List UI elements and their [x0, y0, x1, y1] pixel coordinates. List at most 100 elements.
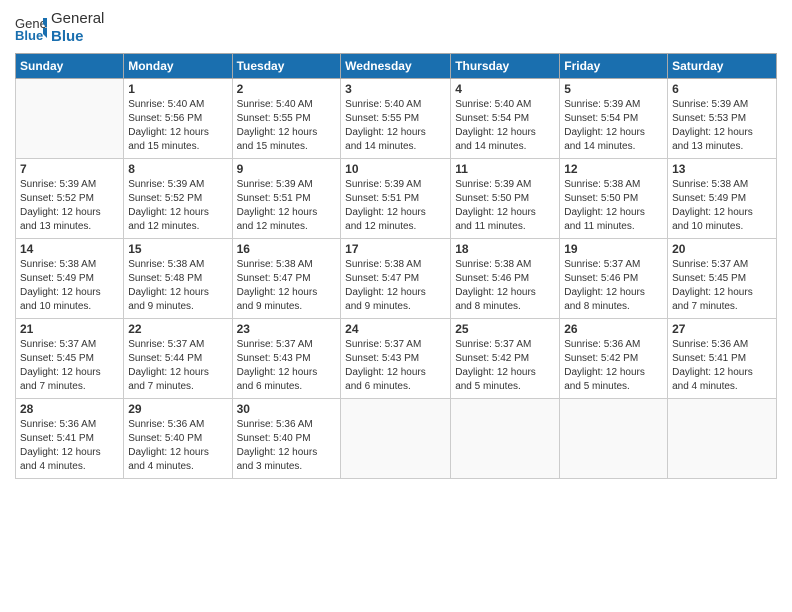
calendar-cell: 12 Sunrise: 5:38 AM Sunset: 5:50 PM Dayli… — [560, 159, 668, 239]
day-number: 16 — [237, 242, 337, 256]
calendar-cell: 2 Sunrise: 5:40 AM Sunset: 5:55 PM Daylig… — [232, 79, 341, 159]
day-number: 4 — [455, 82, 555, 96]
calendar-cell: 25 Sunrise: 5:37 AM Sunset: 5:42 PM Dayli… — [451, 319, 560, 399]
day-info: Sunrise: 5:40 AM Sunset: 5:56 PM Dayligh… — [128, 98, 227, 154]
day-info: Sunrise: 5:37 AM Sunset: 5:46 PM Dayligh… — [564, 258, 663, 314]
day-info: Sunrise: 5:38 AM Sunset: 5:47 PM Dayligh… — [345, 258, 446, 314]
day-info: Sunrise: 5:40 AM Sunset: 5:55 PM Dayligh… — [345, 98, 446, 154]
calendar-cell: 5 Sunrise: 5:39 AM Sunset: 5:54 PM Daylig… — [560, 79, 668, 159]
logo-blue: Blue — [51, 28, 84, 45]
calendar-cell: 18 Sunrise: 5:38 AM Sunset: 5:46 PM Dayli… — [451, 239, 560, 319]
header: General Blue General Blue — [15, 10, 777, 45]
day-number: 9 — [237, 162, 337, 176]
header-saturday: Saturday — [668, 54, 777, 79]
day-number: 8 — [128, 162, 227, 176]
day-info: Sunrise: 5:38 AM Sunset: 5:46 PM Dayligh… — [455, 258, 555, 314]
day-info: Sunrise: 5:36 AM Sunset: 5:41 PM Dayligh… — [20, 418, 119, 474]
day-info: Sunrise: 5:39 AM Sunset: 5:50 PM Dayligh… — [455, 178, 555, 234]
day-number: 26 — [564, 322, 663, 336]
week-row-1: 7 Sunrise: 5:39 AM Sunset: 5:52 PM Daylig… — [16, 159, 777, 239]
day-number: 1 — [128, 82, 227, 96]
calendar-cell: 28 Sunrise: 5:36 AM Sunset: 5:41 PM Dayli… — [16, 399, 124, 479]
calendar-cell: 15 Sunrise: 5:38 AM Sunset: 5:48 PM Dayli… — [124, 239, 232, 319]
day-info: Sunrise: 5:39 AM Sunset: 5:54 PM Dayligh… — [564, 98, 663, 154]
calendar-cell: 29 Sunrise: 5:36 AM Sunset: 5:40 PM Dayli… — [124, 399, 232, 479]
calendar-cell — [560, 399, 668, 479]
logo: General Blue General Blue — [15, 10, 104, 45]
day-number: 14 — [20, 242, 119, 256]
day-number: 24 — [345, 322, 446, 336]
calendar-cell: 6Sunrise: 5:39 AM Sunset: 5:53 PM Daylig… — [668, 79, 777, 159]
calendar-cell: 27 Sunrise: 5:36 AM Sunset: 5:41 PM Dayli… — [668, 319, 777, 399]
day-number: 17 — [345, 242, 446, 256]
day-number: 30 — [237, 402, 337, 416]
day-info: Sunrise: 5:36 AM Sunset: 5:42 PM Dayligh… — [564, 338, 663, 394]
day-number: 19 — [564, 242, 663, 256]
day-info: Sunrise: 5:36 AM Sunset: 5:41 PM Dayligh… — [672, 338, 772, 394]
calendar-cell: 20 Sunrise: 5:37 AM Sunset: 5:45 PM Dayli… — [668, 239, 777, 319]
day-number: 27 — [672, 322, 772, 336]
day-info: Sunrise: 5:38 AM Sunset: 5:47 PM Dayligh… — [237, 258, 337, 314]
day-info: Sunrise: 5:39 AM Sunset: 5:51 PM Dayligh… — [237, 178, 337, 234]
day-info: Sunrise: 5:39 AM Sunset: 5:51 PM Dayligh… — [345, 178, 446, 234]
calendar-cell: 16 Sunrise: 5:38 AM Sunset: 5:47 PM Dayli… — [232, 239, 341, 319]
calendar-cell: 23Sunrise: 5:37 AM Sunset: 5:43 PM Dayli… — [232, 319, 341, 399]
day-info: Sunrise: 5:37 AM Sunset: 5:43 PM Dayligh… — [345, 338, 446, 394]
day-number: 7 — [20, 162, 119, 176]
calendar-cell: 13 Sunrise: 5:38 AM Sunset: 5:49 PM Dayli… — [668, 159, 777, 239]
day-info: Sunrise: 5:38 AM Sunset: 5:49 PM Dayligh… — [672, 178, 772, 234]
calendar-cell: 17 Sunrise: 5:38 AM Sunset: 5:47 PM Dayli… — [341, 239, 451, 319]
day-info: Sunrise: 5:38 AM Sunset: 5:48 PM Dayligh… — [128, 258, 227, 314]
calendar-cell: 19 Sunrise: 5:37 AM Sunset: 5:46 PM Dayli… — [560, 239, 668, 319]
day-number: 3 — [345, 82, 446, 96]
day-number: 15 — [128, 242, 227, 256]
day-number: 20 — [672, 242, 772, 256]
day-info: Sunrise: 5:38 AM Sunset: 5:50 PM Dayligh… — [564, 178, 663, 234]
calendar: SundayMondayTuesdayWednesdayThursdayFrid… — [15, 53, 777, 479]
day-info: Sunrise: 5:37 AM Sunset: 5:43 PM Dayligh… — [237, 338, 337, 394]
calendar-cell: 24 Sunrise: 5:37 AM Sunset: 5:43 PM Dayli… — [341, 319, 451, 399]
week-row-0: 1 Sunrise: 5:40 AM Sunset: 5:56 PM Daylig… — [16, 79, 777, 159]
calendar-cell: 11 Sunrise: 5:39 AM Sunset: 5:50 PM Dayli… — [451, 159, 560, 239]
day-number: 29 — [128, 402, 227, 416]
day-number: 2 — [237, 82, 337, 96]
header-monday: Monday — [124, 54, 232, 79]
day-info: Sunrise: 5:40 AM Sunset: 5:54 PM Dayligh… — [455, 98, 555, 154]
calendar-cell — [451, 399, 560, 479]
calendar-cell: 7 Sunrise: 5:39 AM Sunset: 5:52 PM Daylig… — [16, 159, 124, 239]
day-number: 18 — [455, 242, 555, 256]
day-info: Sunrise: 5:40 AM Sunset: 5:55 PM Dayligh… — [237, 98, 337, 154]
svg-text:Blue: Blue — [15, 28, 43, 42]
day-number: 22 — [128, 322, 227, 336]
calendar-cell: 4 Sunrise: 5:40 AM Sunset: 5:54 PM Daylig… — [451, 79, 560, 159]
week-row-3: 21 Sunrise: 5:37 AM Sunset: 5:45 PM Dayli… — [16, 319, 777, 399]
day-info: Sunrise: 5:37 AM Sunset: 5:45 PM Dayligh… — [672, 258, 772, 314]
day-info: Sunrise: 5:39 AM Sunset: 5:53 PM Dayligh… — [672, 98, 772, 154]
calendar-cell: 21 Sunrise: 5:37 AM Sunset: 5:45 PM Dayli… — [16, 319, 124, 399]
calendar-cell: 22Sunrise: 5:37 AM Sunset: 5:44 PM Dayli… — [124, 319, 232, 399]
day-number: 5 — [564, 82, 663, 96]
day-number: 28 — [20, 402, 119, 416]
day-info: Sunrise: 5:36 AM Sunset: 5:40 PM Dayligh… — [128, 418, 227, 474]
day-number: 13 — [672, 162, 772, 176]
calendar-header-row: SundayMondayTuesdayWednesdayThursdayFrid… — [16, 54, 777, 79]
calendar-cell: 3 Sunrise: 5:40 AM Sunset: 5:55 PM Daylig… — [341, 79, 451, 159]
calendar-cell — [668, 399, 777, 479]
day-number: 21 — [20, 322, 119, 336]
header-sunday: Sunday — [16, 54, 124, 79]
day-number: 11 — [455, 162, 555, 176]
week-row-4: 28 Sunrise: 5:36 AM Sunset: 5:41 PM Dayli… — [16, 399, 777, 479]
logo-icon: General Blue — [15, 14, 47, 42]
logo-general: General — [51, 10, 104, 27]
day-info: Sunrise: 5:37 AM Sunset: 5:42 PM Dayligh… — [455, 338, 555, 394]
day-number: 12 — [564, 162, 663, 176]
day-info: Sunrise: 5:37 AM Sunset: 5:45 PM Dayligh… — [20, 338, 119, 394]
day-number: 25 — [455, 322, 555, 336]
calendar-cell — [16, 79, 124, 159]
day-info: Sunrise: 5:38 AM Sunset: 5:49 PM Dayligh… — [20, 258, 119, 314]
header-friday: Friday — [560, 54, 668, 79]
calendar-cell — [341, 399, 451, 479]
day-info: Sunrise: 5:39 AM Sunset: 5:52 PM Dayligh… — [20, 178, 119, 234]
header-tuesday: Tuesday — [232, 54, 341, 79]
calendar-cell: 10Sunrise: 5:39 AM Sunset: 5:51 PM Dayli… — [341, 159, 451, 239]
